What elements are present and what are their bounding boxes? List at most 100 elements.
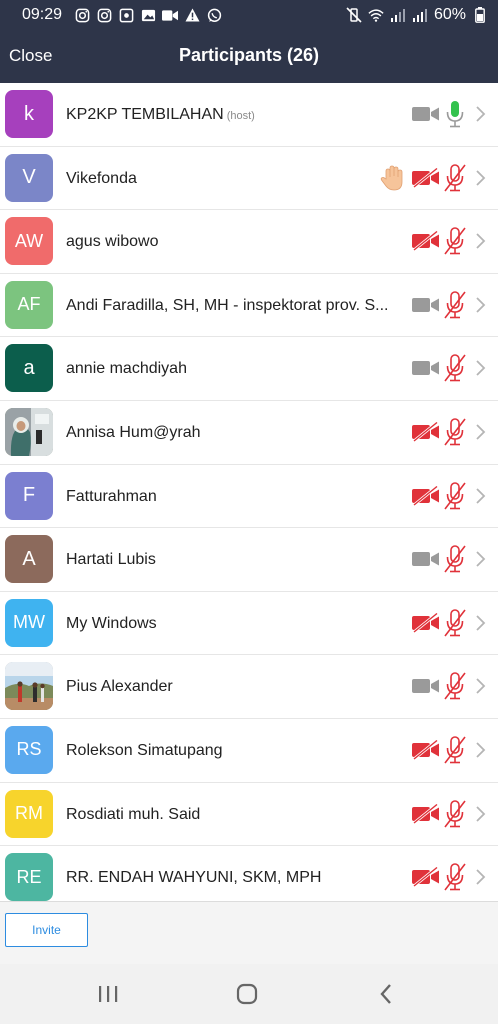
battery-percent: 60% (433, 6, 466, 23)
chevron-right-icon[interactable] (474, 868, 486, 886)
camera-off-icon (412, 866, 440, 888)
microphone-muted-icon (443, 545, 467, 573)
avatar-initials: RS (16, 739, 42, 760)
status-left: 09:29 (22, 6, 222, 24)
participant-name-text: agus wibowo (66, 233, 159, 251)
camera-icon (412, 549, 440, 569)
participant-name: Rolekson Simatupang (66, 742, 223, 760)
participant-name: KP2KP TEMBILAHAN (host) (66, 106, 255, 124)
participant-name-text: Rolekson Simatupang (66, 741, 223, 759)
participant-name: My Windows (66, 615, 157, 633)
avatar: k (5, 90, 53, 138)
participant-name-text: RR. ENDAH WAHYUNI, SKM, MPH (66, 869, 322, 887)
avatar: V (5, 153, 53, 202)
participant-name: agus wibowo (66, 233, 159, 251)
participant-name: RR. ENDAH WAHYUNI, SKM, MPH (66, 869, 321, 887)
avatar: AW (5, 217, 53, 266)
participant-list: k KP2KP TEMBILAHAN (host) V Vikefonda AW agus … (0, 83, 498, 901)
microphone-muted-icon (443, 481, 467, 510)
participant-row[interactable]: RE RR. ENDAH WAHYUNI, SKM, MPH (0, 846, 498, 901)
avatar-initials: a (23, 356, 35, 379)
participant-name-text: KP2KP TEMBILAHAN (66, 106, 224, 123)
participant-name: Fatturahman (66, 488, 157, 506)
instagram-icon (96, 7, 112, 23)
microphone-muted-icon (443, 608, 467, 637)
chevron-right-icon[interactable] (474, 487, 486, 505)
invite-button[interactable]: Invite (5, 913, 88, 947)
avatar: AF (5, 280, 53, 329)
participant-row[interactable]: RS Rolekson Simatupang (0, 719, 498, 783)
avatar (5, 662, 53, 711)
chevron-right-icon[interactable] (474, 550, 486, 568)
camera-off-icon (412, 421, 440, 443)
avatar: RE (5, 853, 53, 901)
avatar: MW (5, 598, 53, 647)
participant-row[interactable]: V Vikefonda (0, 147, 498, 211)
microphone-on-icon (443, 100, 467, 128)
avatar-initials: A (22, 547, 36, 570)
signal-icon (412, 7, 428, 23)
participant-name-text: Vikefonda (66, 169, 137, 187)
whatsapp-icon (206, 7, 222, 23)
microphone-muted-icon (443, 290, 467, 319)
mute-vibrate-icon (346, 7, 362, 23)
avatar-initials: F (22, 484, 36, 507)
chevron-right-icon[interactable] (474, 677, 486, 695)
participant-name-text: Andi Faradilla, SH, MH - inspektorat pro… (66, 296, 389, 314)
microphone-muted-icon (443, 163, 467, 192)
microphone-muted-icon (443, 418, 467, 446)
camera-off-icon (412, 612, 440, 633)
camera-icon (412, 295, 440, 315)
participant-name-text: Fatturahman (66, 487, 157, 505)
chevron-right-icon[interactable] (474, 805, 486, 823)
participant-name-text: Pius Alexander (66, 678, 173, 696)
participant-row[interactable]: MW My Windows (0, 592, 498, 656)
avatar: RS (5, 725, 53, 774)
image-icon (140, 7, 156, 23)
avatar: F (5, 471, 53, 520)
participant-row[interactable]: F Fatturahman (0, 465, 498, 529)
chevron-right-icon[interactable] (474, 741, 486, 759)
instagram-icon (74, 7, 90, 23)
microphone-muted-icon (443, 354, 467, 382)
participant-row[interactable]: Pius Alexander (0, 655, 498, 719)
chevron-right-icon[interactable] (474, 169, 486, 187)
chevron-right-icon[interactable] (474, 423, 486, 441)
participant-row[interactable]: k KP2KP TEMBILAHAN (host) (0, 83, 498, 147)
chevron-right-icon[interactable] (474, 232, 486, 250)
back-icon[interactable] (372, 979, 402, 1009)
recent-apps-icon[interactable] (93, 979, 123, 1009)
chevron-right-icon[interactable] (474, 296, 486, 314)
chevron-right-icon[interactable] (474, 359, 486, 377)
participant-row[interactable]: AW agus wibowo (0, 210, 498, 274)
participant-name-text: My Windows (66, 614, 157, 632)
battery-icon (472, 7, 488, 23)
participant-row[interactable]: RM Rosdiati muh. Said (0, 783, 498, 847)
avatar: a (5, 344, 53, 393)
page-title: Participants (26) (178, 45, 320, 65)
camera-icon (412, 676, 440, 696)
participant-name: Andi Faradilla, SH, MH - inspektorat pro… (66, 297, 388, 315)
video-icon (162, 7, 179, 23)
participant-name: Rosdiati muh. Said (66, 806, 200, 824)
wifi-icon (368, 7, 384, 23)
avatar-initials: RM (15, 803, 43, 824)
home-icon[interactable] (232, 979, 262, 1009)
microphone-muted-icon (443, 227, 467, 255)
camera-icon (412, 104, 440, 124)
participant-row[interactable]: Annisa Hum@yrah (0, 401, 498, 465)
microphone-muted-icon (443, 863, 467, 891)
participant-row[interactable]: a annie machdiyah (0, 337, 498, 401)
avatar-initials: AF (17, 294, 41, 315)
participant-row[interactable]: A Hartati Lubis (0, 528, 498, 592)
chevron-right-icon[interactable] (474, 614, 486, 632)
microphone-muted-icon (443, 672, 467, 700)
participant-name: annie machdiyah (66, 360, 187, 378)
chevron-right-icon[interactable] (474, 105, 486, 123)
participant-name: Pius Alexander (66, 678, 173, 696)
avatar-initials: MW (13, 612, 45, 633)
participant-name-text: Rosdiati muh. Said (66, 805, 201, 823)
status-time: 09:29 (22, 6, 63, 23)
participant-row[interactable]: AF Andi Faradilla, SH, MH - inspektorat p… (0, 274, 498, 338)
bottom-bar: Invite (0, 901, 498, 965)
